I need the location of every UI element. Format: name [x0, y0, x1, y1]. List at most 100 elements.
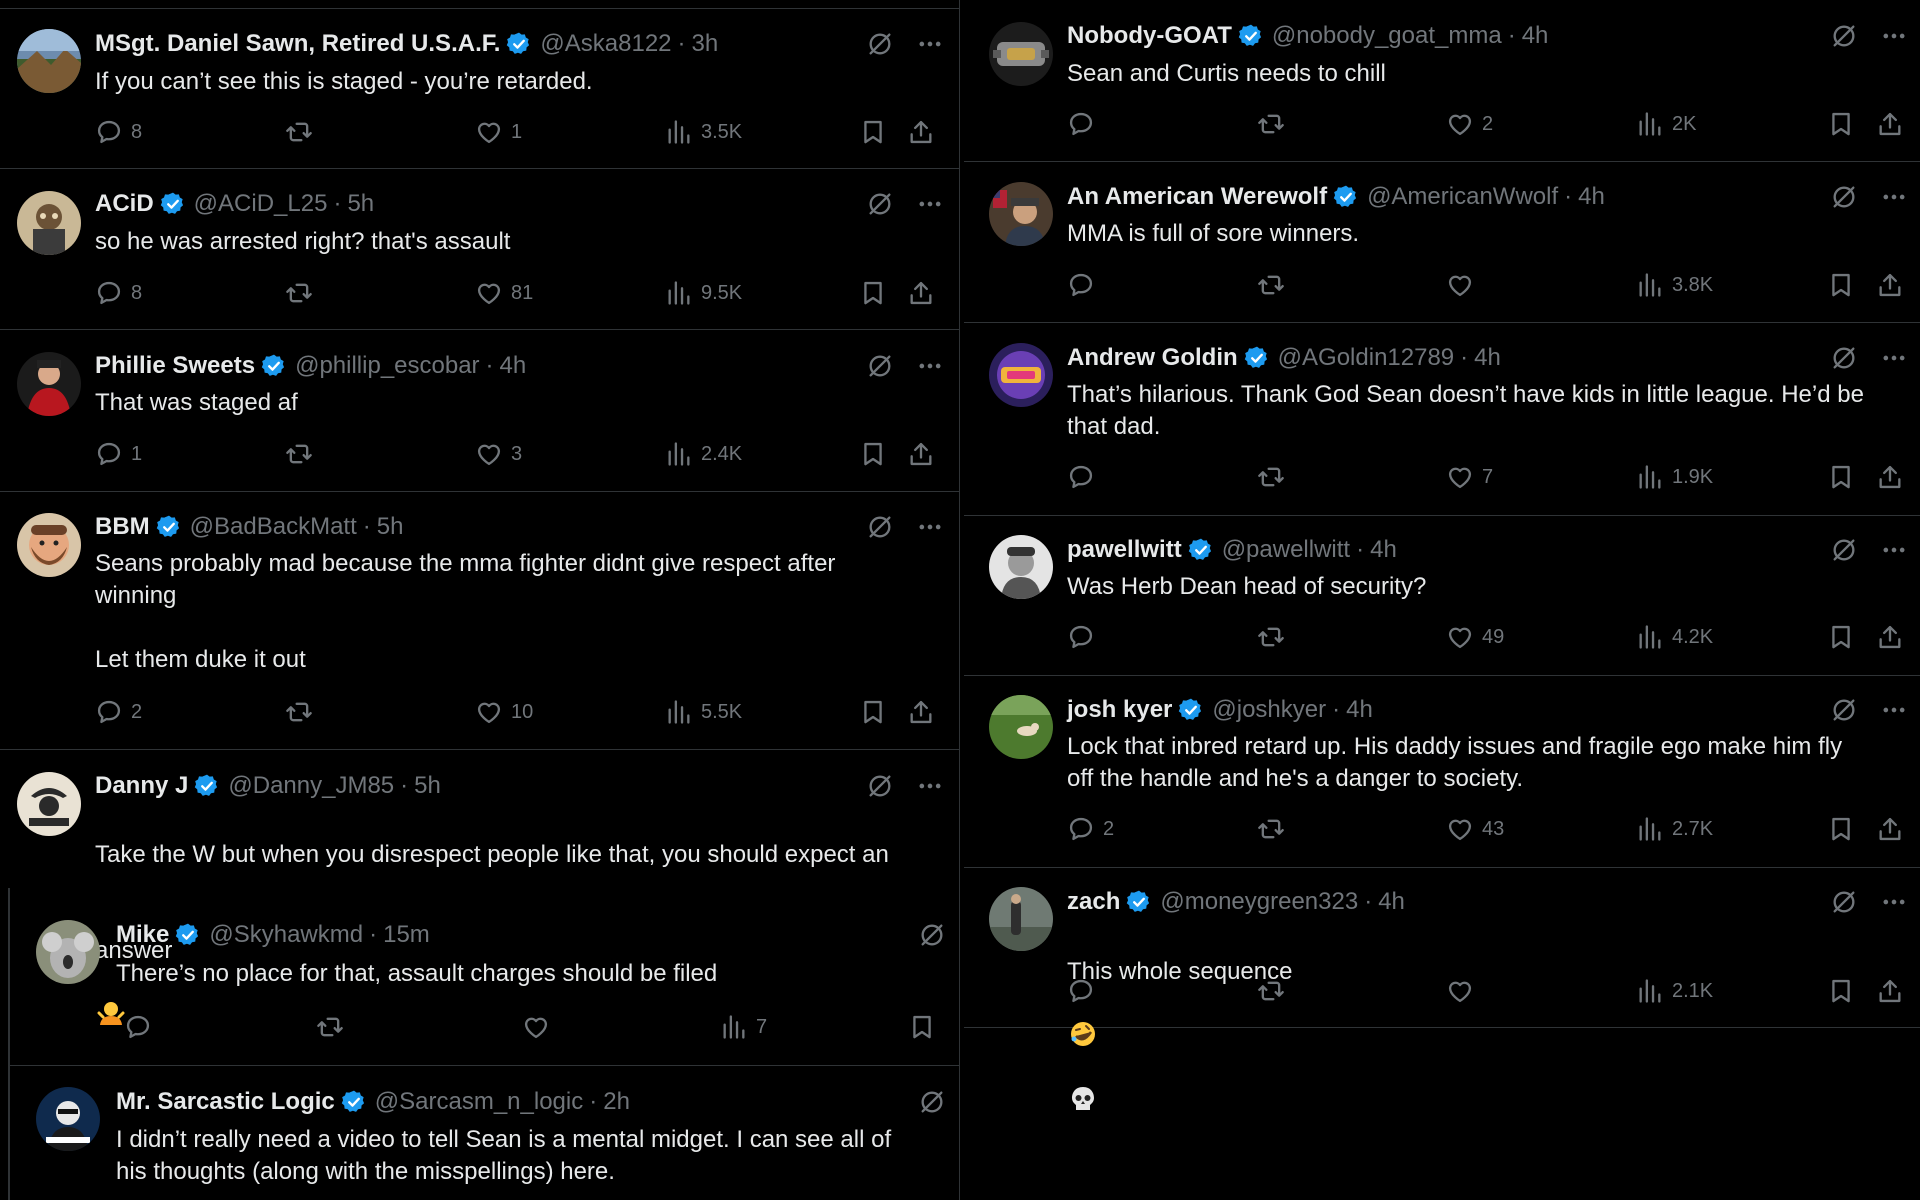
user-handle[interactable]: @Skyhawkmd	[209, 921, 363, 949]
reply-button[interactable]: 8	[95, 118, 142, 146]
share-button[interactable]	[907, 440, 935, 468]
share-button[interactable]	[1876, 110, 1904, 138]
user-handle[interactable]: @AGoldin12789	[1278, 344, 1454, 372]
retweet-button[interactable]	[1257, 623, 1293, 651]
like-button[interactable]: 3	[475, 440, 522, 468]
timestamp[interactable]: 4h	[1370, 536, 1397, 564]
timestamp[interactable]: 5h	[414, 772, 441, 800]
views-button[interactable]: 2.1K	[1636, 977, 1713, 1005]
views-button[interactable]: 2.7K	[1636, 815, 1713, 843]
views-button[interactable]: 5.5K	[665, 698, 742, 726]
display-name[interactable]: MSgt. Daniel Sawn, Retired U.S.A.F.	[95, 30, 500, 58]
user-handle[interactable]: @Danny_JM85	[228, 772, 394, 800]
bookmark-button[interactable]	[1827, 977, 1855, 1005]
display-name[interactable]: Mr. Sarcastic Logic	[116, 1088, 335, 1116]
reply-button[interactable]	[1067, 110, 1103, 138]
avatar[interactable]	[17, 191, 81, 255]
reply-button[interactable]: 2	[95, 698, 142, 726]
thread-reply-tweet[interactable]: Mike @Skyhawkmd · 15m There’s no place f…	[8, 888, 960, 1066]
timestamp[interactable]: 4h	[500, 352, 527, 380]
reply-button[interactable]	[1067, 271, 1103, 299]
grok-icon[interactable]	[1830, 888, 1858, 916]
avatar[interactable]	[17, 772, 81, 836]
share-button[interactable]	[1876, 623, 1904, 651]
reply-tweet[interactable]: MSgt. Daniel Sawn, Retired U.S.A.F. @Ask…	[0, 9, 960, 169]
retweet-button[interactable]	[1257, 815, 1293, 843]
reply-tweet[interactable]: josh kyer @joshkyer · 4h Lock that inbre…	[964, 676, 1920, 868]
grok-icon[interactable]	[918, 1088, 946, 1116]
more-icon[interactable]	[916, 513, 944, 541]
more-icon[interactable]	[1880, 888, 1908, 916]
more-icon[interactable]	[1880, 183, 1908, 211]
user-handle[interactable]: @AmericanWwolf	[1367, 183, 1558, 211]
bookmark-button[interactable]	[859, 440, 887, 468]
bookmark-button[interactable]	[1827, 463, 1855, 491]
grok-icon[interactable]	[1830, 183, 1858, 211]
user-handle[interactable]: @nobody_goat_mma	[1272, 22, 1502, 50]
bookmark-button[interactable]	[1827, 271, 1855, 299]
retweet-button[interactable]	[1257, 977, 1293, 1005]
like-button[interactable]	[1446, 271, 1482, 299]
reply-tweet[interactable]: An American Werewolf @AmericanWwolf · 4h…	[964, 162, 1920, 323]
display-name[interactable]: ACiD	[95, 190, 154, 218]
display-name[interactable]: josh kyer	[1067, 696, 1172, 724]
avatar[interactable]	[17, 513, 81, 577]
grok-icon[interactable]	[866, 190, 894, 218]
views-button[interactable]: 2.4K	[665, 440, 742, 468]
reply-tweet[interactable]: Andrew Goldin @AGoldin12789 · 4h That’s …	[964, 323, 1920, 516]
avatar[interactable]	[989, 343, 1053, 407]
share-button[interactable]	[907, 698, 935, 726]
display-name[interactable]: zach	[1067, 888, 1120, 916]
retweet-button[interactable]	[1257, 271, 1293, 299]
more-icon[interactable]	[1880, 344, 1908, 372]
grok-icon[interactable]	[918, 921, 946, 949]
avatar[interactable]	[17, 352, 81, 416]
like-button[interactable]: 49	[1446, 623, 1504, 651]
timestamp[interactable]: 4h	[1346, 696, 1373, 724]
thread-reply-tweet[interactable]: Mr. Sarcastic Logic @Sarcasm_n_logic · 2…	[8, 1066, 960, 1200]
more-icon[interactable]	[1880, 696, 1908, 724]
like-button[interactable]: 81	[475, 279, 533, 307]
retweet-button[interactable]	[285, 118, 321, 146]
reply-button[interactable]	[1067, 977, 1103, 1005]
user-handle[interactable]: @ACiD_L25	[194, 190, 328, 218]
timestamp[interactable]: 4h	[1578, 183, 1605, 211]
bookmark-button[interactable]	[1827, 623, 1855, 651]
grok-icon[interactable]	[866, 30, 894, 58]
reply-button[interactable]: 2	[1067, 815, 1114, 843]
reply-button[interactable]	[1067, 463, 1103, 491]
like-button[interactable]: 10	[475, 698, 533, 726]
display-name[interactable]: Nobody-GOAT	[1067, 22, 1232, 50]
like-button[interactable]: 43	[1446, 815, 1504, 843]
reply-tweet[interactable]: Danny J @Danny_JM85 · 5h Take the W but …	[0, 750, 960, 1025]
reply-button[interactable]	[1067, 623, 1103, 651]
display-name[interactable]: Andrew Goldin	[1067, 344, 1238, 372]
user-handle[interactable]: @BadBackMatt	[190, 513, 357, 541]
like-button[interactable]: 7	[1446, 463, 1493, 491]
like-button[interactable]	[1446, 977, 1482, 1005]
bookmark-button[interactable]	[1827, 110, 1855, 138]
grok-icon[interactable]	[866, 513, 894, 541]
more-icon[interactable]	[916, 30, 944, 58]
grok-icon[interactable]	[1830, 536, 1858, 564]
bookmark-button[interactable]	[908, 1013, 936, 1041]
reply-button[interactable]: 8	[95, 279, 142, 307]
share-button[interactable]	[1876, 463, 1904, 491]
timestamp[interactable]: 15m	[383, 921, 430, 949]
bookmark-button[interactable]	[859, 279, 887, 307]
share-button[interactable]	[907, 118, 935, 146]
retweet-button[interactable]	[285, 698, 321, 726]
views-button[interactable]: 4.2K	[1636, 623, 1713, 651]
timestamp[interactable]: 5h	[347, 190, 374, 218]
user-handle[interactable]: @pawellwitt	[1222, 536, 1350, 564]
display-name[interactable]: BBM	[95, 513, 150, 541]
display-name[interactable]: An American Werewolf	[1067, 183, 1327, 211]
share-button[interactable]	[907, 279, 935, 307]
more-icon[interactable]	[916, 190, 944, 218]
avatar[interactable]	[989, 22, 1053, 86]
grok-icon[interactable]	[866, 772, 894, 800]
avatar[interactable]	[989, 695, 1053, 759]
avatar[interactable]	[36, 1087, 100, 1151]
like-button[interactable]: 2	[1446, 110, 1493, 138]
views-button[interactable]: 7	[720, 1013, 767, 1041]
